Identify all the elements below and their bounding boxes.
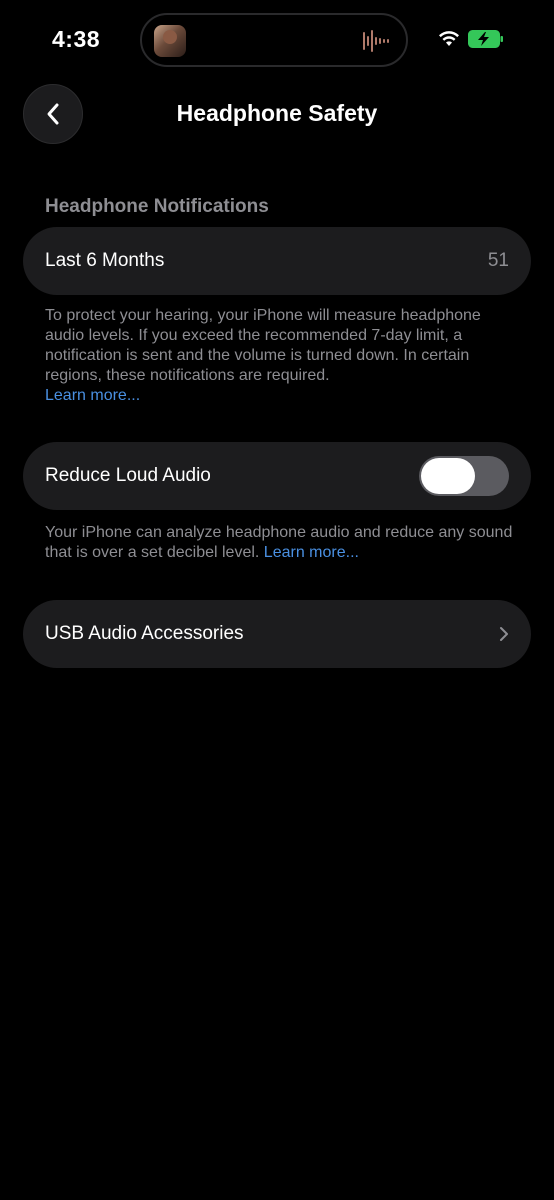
status-time: 4:38 [52,26,101,52]
usb-audio-accessories-label: USB Audio Accessories [45,623,244,644]
notifications-learn-more-link[interactable]: Learn more... [45,387,140,404]
notifications-footer: To protect your hearing, your iPhone wil… [45,306,515,406]
page-title: Headphone Safety [176,100,378,126]
last-6-months-label: Last 6 Months [45,250,165,271]
section-header-notifications: Headphone Notifications [45,196,269,217]
reduce-loud-audio-row: Reduce Loud Audio [23,442,531,510]
reduce-loud-audio-label: Reduce Loud Audio [45,465,211,486]
status-bar: 4:38 [0,0,554,84]
reduce-loud-audio-learn-more-link[interactable]: Learn more... [264,544,359,561]
audio-waveform-icon [363,30,389,52]
toggle-knob [421,458,475,494]
status-indicators [438,30,504,48]
chevron-right-icon [500,627,508,641]
wifi-icon [439,31,459,46]
notification-count: 51 [487,250,509,271]
last-6-months-row[interactable]: Last 6 Months 51 [23,227,531,295]
usb-audio-accessories-row[interactable]: USB Audio Accessories [23,600,531,668]
battery-charging-icon [468,30,503,48]
dynamic-island[interactable] [140,13,408,67]
now-playing-thumbnail [154,25,186,57]
reduce-loud-audio-toggle[interactable] [419,456,509,496]
notifications-footer-text: To protect your hearing, your iPhone wil… [45,307,481,384]
reduce-loud-audio-footer: Your iPhone can analyze headphone audio … [45,523,515,563]
